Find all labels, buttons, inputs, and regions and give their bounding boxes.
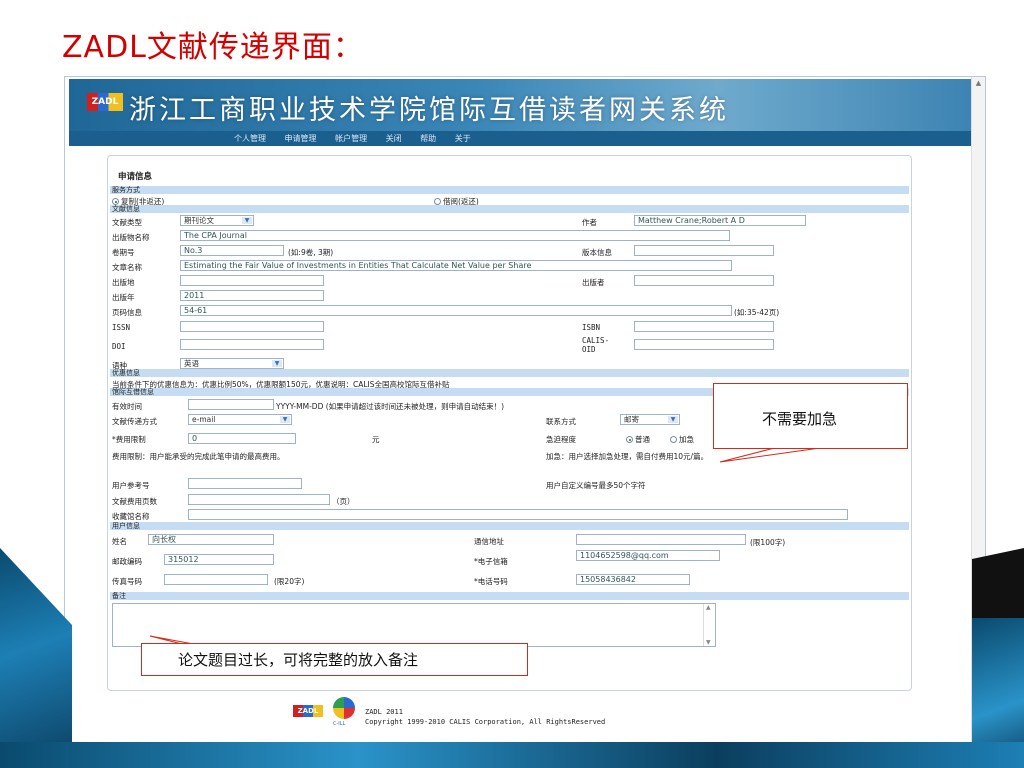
callout-no-urgent: 不需要加急 — [713, 383, 908, 449]
slide-decoration-right — [972, 548, 1024, 768]
callout-long-title-text: 论文题目过长，可将完整的放入备注 — [178, 651, 419, 669]
callout-long-title: 论文题目过长，可将完整的放入备注 — [141, 643, 528, 676]
slide-decoration-bottom — [0, 742, 1024, 768]
callout-no-urgent-text: 不需要加急 — [762, 410, 838, 428]
